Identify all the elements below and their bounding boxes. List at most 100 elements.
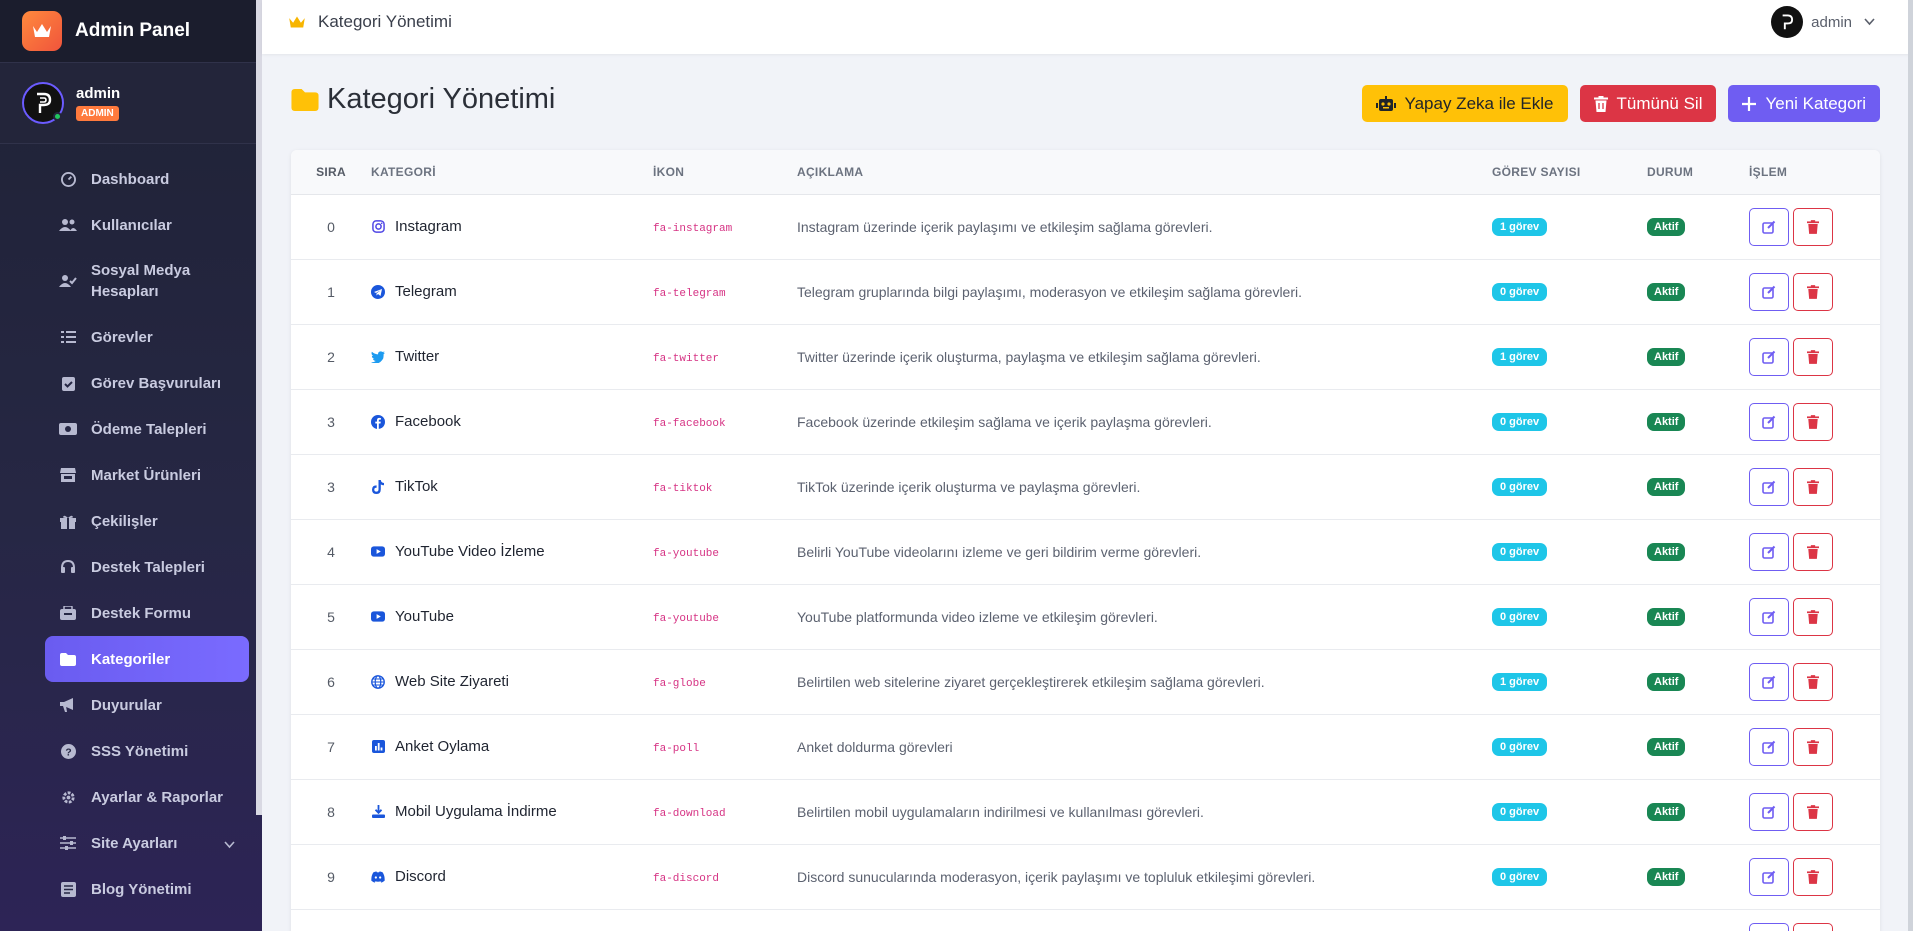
delete-button[interactable] (1793, 792, 1833, 831)
icon-code: fa-poll (653, 743, 700, 755)
delete-button[interactable] (1793, 662, 1833, 701)
status-badge: Aktif (1647, 868, 1686, 886)
sidebar-item-social-accounts[interactable]: Sosyal Medya Hesapları (45, 248, 249, 314)
brand[interactable]: Admin Panel (0, 0, 256, 62)
topbar-user-menu[interactable]: admin (1771, 6, 1875, 38)
row-sira: 6 (291, 649, 371, 715)
delete-button[interactable] (1793, 727, 1833, 766)
sidebar-item-support[interactable]: Destek Talepleri (45, 544, 249, 590)
category-name: TikTok (395, 478, 438, 495)
edit-icon (1762, 545, 1776, 559)
delete-button[interactable] (1793, 337, 1833, 376)
row-sira: 0 (291, 194, 371, 260)
delete-all-button[interactable]: Tümünü Sil (1579, 85, 1717, 122)
delete-button[interactable] (1793, 272, 1833, 311)
edit-button[interactable] (1749, 467, 1789, 506)
sidebar-item-settings-reports[interactable]: Ayarlar & Raporlar (45, 774, 249, 820)
sidebar-item-announcements[interactable]: Duyurular (45, 682, 249, 728)
new-category-button[interactable]: Yeni Kategori (1728, 85, 1880, 122)
status-badge: Aktif (1647, 673, 1686, 691)
edit-button[interactable] (1749, 532, 1789, 571)
status-badge: Aktif (1647, 348, 1686, 366)
youtube-icon (371, 610, 385, 624)
edit-button[interactable] (1749, 792, 1789, 831)
col-header-aciklama[interactable]: AÇIKLAMA (797, 150, 1492, 195)
role-badge: ADMIN (76, 106, 119, 121)
trash-icon (1593, 95, 1608, 112)
svg-text:?: ? (65, 747, 71, 758)
money-icon (59, 420, 77, 438)
table-row: 0 Instagram fa-instagram Instagram üzeri… (291, 194, 1880, 260)
gear-icon (59, 788, 77, 806)
col-header-ikon[interactable]: İKON (653, 150, 797, 195)
row-sira: 3 (291, 389, 371, 455)
gift-icon (59, 512, 77, 530)
edit-button[interactable] (1749, 662, 1789, 701)
col-header-sira[interactable]: SIRA (291, 150, 371, 195)
categories-card: SIRA KATEGORİ İKON AÇIKLAMA GÖREV SAYISI… (291, 150, 1880, 931)
twitter-icon (371, 350, 385, 364)
sidebar-item-users[interactable]: Kullanıcılar (45, 202, 249, 248)
sidebar-item-dashboard[interactable]: Dashboard (45, 156, 249, 202)
chevron-down-icon (1864, 18, 1875, 26)
table-row: 3 TikTok fa-tiktok TikTok üzerinde içeri… (291, 454, 1880, 520)
page-actions: Yapay Zeka ile Ekle Tümünü Sil Yeni Kate… (1361, 85, 1880, 122)
sidebar-item-categories[interactable]: Kategoriler (45, 636, 249, 682)
delete-button[interactable] (1793, 597, 1833, 636)
task-count-badge: 0 görev (1492, 413, 1548, 431)
trash-icon (1807, 349, 1819, 364)
sidebar-scrollbar[interactable] (256, 0, 262, 815)
category-name: Web Site Ziyareti (395, 673, 509, 690)
tiktok-icon (371, 479, 385, 494)
edit-button[interactable] (1749, 272, 1789, 311)
user-check-icon (59, 272, 77, 290)
ai-add-button[interactable]: Yapay Zeka ile Ekle (1361, 85, 1568, 122)
sidebar-item-faq[interactable]: ? SSS Yönetimi (45, 728, 249, 774)
page-title: Kategori Yönetimi (291, 83, 555, 116)
edit-button[interactable] (1749, 207, 1789, 246)
row-sira: 3 (291, 454, 371, 520)
store-icon (59, 466, 77, 484)
delete-button[interactable] (1793, 402, 1833, 441)
folder-icon (291, 88, 319, 111)
col-header-durum[interactable]: DURUM (1647, 150, 1749, 195)
sidebar-item-market[interactable]: Market Ürünleri (45, 452, 249, 498)
category-name: YouTube (395, 608, 454, 625)
sidebar-item-blog[interactable]: Blog Yönetimi (45, 866, 249, 912)
icon-code: fa-youtube (653, 613, 720, 625)
col-header-kategori[interactable]: KATEGORİ (371, 150, 653, 195)
edit-button[interactable] (1749, 597, 1789, 636)
delete-button[interactable] (1793, 467, 1833, 506)
edit-button[interactable] (1749, 922, 1789, 931)
edit-icon (1762, 415, 1776, 429)
folder-icon (59, 650, 77, 668)
row-sira: 4 (291, 519, 371, 585)
category-description: TikTok üzerinde içerik oluşturma ve payl… (797, 454, 1492, 520)
edit-icon (1762, 350, 1776, 364)
category-name: Twitter (395, 348, 440, 365)
robot-icon (1375, 95, 1396, 111)
sidebar-item-tasks[interactable]: Görevler (45, 314, 249, 360)
edit-button[interactable] (1749, 727, 1789, 766)
sidebar-item-payments[interactable]: Ödeme Talepleri (45, 406, 249, 452)
col-header-gorev-sayisi[interactable]: GÖREV SAYISI (1492, 150, 1647, 195)
sidebar-item-task-applications[interactable]: Görev Başvuruları (45, 360, 249, 406)
delete-button[interactable] (1793, 857, 1833, 896)
status-badge: Aktif (1647, 608, 1686, 626)
category-description: YouTube platformunda video izleme ve etk… (797, 584, 1492, 650)
sidebar-item-raffles[interactable]: Çekilişler (45, 498, 249, 544)
icon-code: fa-youtube (653, 548, 720, 560)
task-count-badge: 1 görev (1492, 348, 1548, 366)
edit-button[interactable] (1749, 857, 1789, 896)
edit-button[interactable] (1749, 337, 1789, 376)
avatar (1771, 6, 1804, 38)
edit-icon (1762, 285, 1776, 299)
status-badge: Aktif (1647, 478, 1686, 496)
delete-button[interactable] (1793, 207, 1833, 246)
sidebar-nav: Dashboard Kullanıcılar Sosyal Medya Hesa… (45, 156, 249, 912)
edit-button[interactable] (1749, 402, 1789, 441)
sidebar-item-support-form[interactable]: Destek Formu (45, 590, 249, 636)
delete-button[interactable] (1793, 922, 1833, 931)
delete-button[interactable] (1793, 532, 1833, 571)
sidebar-item-site-settings[interactable]: Site Ayarları (45, 820, 249, 866)
